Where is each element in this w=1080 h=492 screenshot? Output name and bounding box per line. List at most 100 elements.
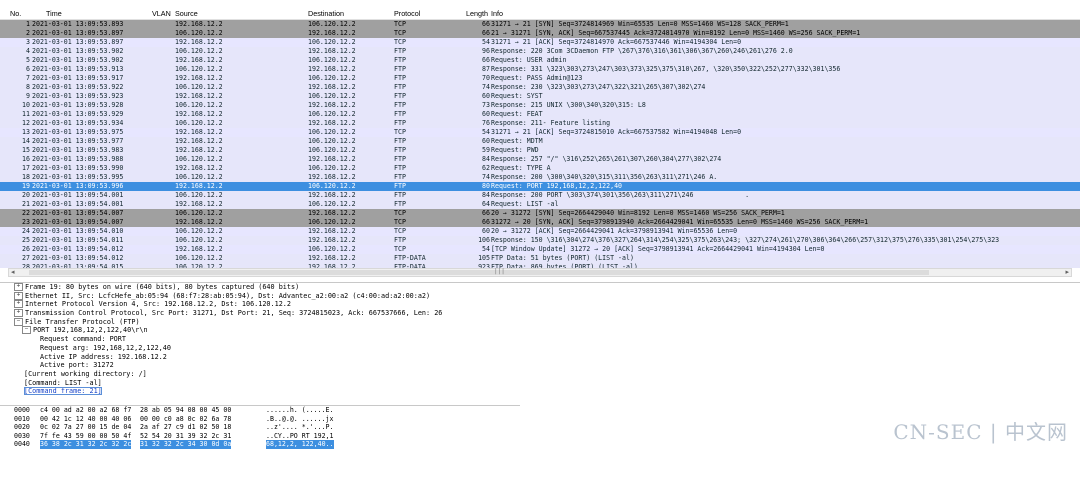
detail-ftp-command[interactable]: [Command: LIST -al] bbox=[0, 379, 1080, 388]
packet-source: 192.168.12.2 bbox=[175, 20, 223, 28]
packet-row[interactable]: 20 2021-03-01 13:09:54.001 106.120.12.2 192… bbox=[0, 191, 1080, 200]
packet-destination: 106.120.12.2 bbox=[308, 164, 356, 172]
packet-no: 23 bbox=[22, 218, 30, 226]
detail-ftp[interactable]: − File Transfer Protocol (FTP) bbox=[0, 317, 1080, 327]
packet-time: 2021-03-01 13:09:54.001 bbox=[32, 200, 124, 208]
detail-ftp-field[interactable]: Active IP address: 192.168.12.2 bbox=[0, 353, 1080, 362]
packet-row[interactable]: 21 2021-03-01 13:09:54.001 192.168.12.2 106… bbox=[0, 200, 1080, 209]
column-header-destination[interactable]: Destination bbox=[308, 9, 344, 18]
packet-row[interactable]: 27 2021-03-01 13:09:54.012 106.120.12.2 192… bbox=[0, 254, 1080, 263]
packet-row[interactable]: 6 2021-03-01 13:09:53.913 106.120.12.2 192.… bbox=[0, 65, 1080, 74]
expand-icon[interactable]: + bbox=[14, 283, 23, 291]
hex-row[interactable]: 0040 36 38 2c 31 32 2c 32 2c 31 32 32 2c… bbox=[0, 440, 520, 449]
detail-ftp-cwd[interactable]: [Current working directory: /] bbox=[0, 370, 1080, 379]
packet-time: 2021-03-01 13:09:53.893 bbox=[32, 20, 124, 28]
collapse-icon[interactable]: − bbox=[22, 326, 31, 335]
packet-row[interactable]: 23 2021-03-01 13:09:54.007 192.168.12.2 106… bbox=[0, 218, 1080, 227]
hex-ascii: ..CY..PO RT 192,1 bbox=[266, 431, 334, 440]
detail-tcp[interactable]: + Transmission Control Protocol, Src Port… bbox=[0, 309, 1080, 318]
packet-protocol: FTP bbox=[394, 74, 406, 82]
hex-offset: 0010 bbox=[14, 414, 30, 423]
column-header-protocol[interactable]: Protocol bbox=[394, 9, 420, 18]
detail-ftp-command-frame[interactable]: [Command frame: 21] bbox=[0, 387, 1080, 396]
packet-info: Request: USER admin bbox=[491, 56, 567, 64]
packet-no: 9 bbox=[26, 92, 30, 100]
packet-row[interactable]: 17 2021-03-01 13:09:53.990 192.168.12.2 106… bbox=[0, 164, 1080, 173]
packet-row[interactable]: 14 2021-03-01 13:09:53.977 192.168.12.2 106… bbox=[0, 137, 1080, 146]
column-header-source[interactable]: Source bbox=[175, 9, 198, 18]
scrollbar-thumb[interactable] bbox=[29, 270, 929, 275]
packet-row[interactable]: 22 2021-03-01 13:09:54.007 106.120.12.2 192… bbox=[0, 209, 1080, 218]
packet-row[interactable]: 15 2021-03-01 13:09:53.983 192.168.12.2 106… bbox=[0, 146, 1080, 155]
packet-length: 66 bbox=[482, 29, 490, 37]
packet-row[interactable]: 13 2021-03-01 13:09:53.975 192.168.12.2 106… bbox=[0, 128, 1080, 137]
scroll-right-icon[interactable]: ▸ bbox=[1065, 268, 1069, 276]
packet-no: 21 bbox=[22, 200, 30, 208]
detail-ftp-port-line[interactable]: − PORT 192,168,12,2,122,40\r\n bbox=[0, 326, 1080, 335]
packet-row[interactable]: 1 2021-03-01 13:09:53.893 192.168.12.2 106.… bbox=[0, 20, 1080, 29]
packet-row-selected[interactable]: 19 2021-03-01 13:09:53.996 192.168.12.2 106… bbox=[0, 182, 1080, 191]
expand-icon[interactable]: + bbox=[14, 309, 23, 318]
horizontal-scrollbar[interactable]: ◂ ||| ▸ bbox=[8, 268, 1072, 277]
packet-protocol: TCP bbox=[394, 245, 406, 253]
detail-text: Transmission Control Protocol, Src Port:… bbox=[25, 309, 443, 318]
packet-info: Response: 257 "/" \316\252\265\261\307\2… bbox=[491, 155, 722, 163]
detail-ftp-field[interactable]: Request command: PORT bbox=[0, 335, 1080, 344]
packet-row[interactable]: 11 2021-03-01 13:09:53.929 192.168.12.2 106… bbox=[0, 110, 1080, 119]
packet-destination: 192.168.12.2 bbox=[308, 119, 356, 127]
scroll-left-icon[interactable]: ◂ bbox=[11, 268, 15, 276]
column-header-no[interactable]: No. bbox=[10, 9, 21, 18]
packet-row[interactable]: 2 2021-03-01 13:09:53.897 106.120.12.2 192.… bbox=[0, 29, 1080, 38]
packet-row[interactable]: 12 2021-03-01 13:09:53.934 106.120.12.2 192… bbox=[0, 119, 1080, 128]
packet-length: 80 bbox=[482, 182, 490, 190]
packet-length: 70 bbox=[482, 74, 490, 82]
detail-ethernet[interactable]: + Ethernet II, Src: LcfcHefe_ab:05:94 (68… bbox=[0, 291, 1080, 301]
packet-no: 7 bbox=[26, 74, 30, 82]
expand-icon[interactable]: + bbox=[14, 291, 23, 300]
packet-info: Request: PASS Admin@123 bbox=[491, 74, 583, 82]
packet-row[interactable]: 24 2021-03-01 13:09:54.010 106.120.12.2 192… bbox=[0, 227, 1080, 236]
packet-row[interactable]: 10 2021-03-01 13:09:53.928 106.120.12.2 192… bbox=[0, 101, 1080, 110]
packet-protocol: TCP bbox=[394, 128, 406, 136]
packet-destination: 106.120.12.2 bbox=[308, 128, 356, 136]
hex-row[interactable]: 0030 7f fe 43 59 00 00 50 4f 52 54 20 31… bbox=[0, 432, 520, 441]
hex-row[interactable]: 0010 00 42 1c 12 40 00 40 06 00 00 c0 a8… bbox=[0, 415, 520, 424]
packet-row[interactable]: 7 2021-03-01 13:09:53.917 192.168.12.2 106.… bbox=[0, 74, 1080, 83]
packet-row[interactable]: 4 2021-03-01 13:09:53.902 106.120.12.2 192.… bbox=[0, 47, 1080, 56]
column-header-info[interactable]: Info bbox=[491, 9, 503, 18]
detail-ipv4[interactable]: + Internet Protocol Version 4, Src: 192.1… bbox=[0, 300, 1080, 309]
packet-source: 192.168.12.2 bbox=[175, 164, 223, 172]
hex-offset: 0040 bbox=[14, 440, 30, 449]
detail-text: Ethernet II, Src: LcfcHefe_ab:05:94 (68:… bbox=[25, 291, 431, 300]
hex-row[interactable]: 0020 0c 02 7a 27 00 15 de 04 2a af 27 c9… bbox=[0, 423, 520, 432]
packet-info: Response: 230 \323\303\273\247\322\321\2… bbox=[491, 83, 706, 91]
hex-ascii: .B..@.@. ......jx bbox=[266, 414, 334, 423]
column-header-length[interactable]: Length bbox=[466, 9, 488, 18]
packet-row[interactable]: 26 2021-03-01 13:09:54.012 192.168.12.2 106… bbox=[0, 245, 1080, 254]
packet-protocol: FTP bbox=[394, 47, 406, 55]
collapse-icon[interactable]: − bbox=[14, 317, 23, 326]
packet-row[interactable]: 9 2021-03-01 13:09:53.923 192.168.12.2 106.… bbox=[0, 92, 1080, 101]
packet-source: 106.120.12.2 bbox=[175, 236, 223, 244]
packet-row[interactable]: 16 2021-03-01 13:09:53.988 106.120.12.2 192… bbox=[0, 155, 1080, 164]
packet-protocol: TCP bbox=[394, 209, 406, 217]
detail-ftp-field[interactable]: Request arg: 192,168,12,2,122,40 bbox=[0, 344, 1080, 353]
packet-source: 192.168.12.2 bbox=[175, 218, 223, 226]
detail-frame[interactable]: + Frame 19: 80 bytes on wire (640 bits), … bbox=[0, 283, 1080, 292]
packet-destination: 192.168.12.2 bbox=[308, 173, 356, 181]
command-frame-link[interactable]: [Command frame: 21] bbox=[24, 387, 102, 396]
packet-destination: 106.120.12.2 bbox=[308, 200, 356, 208]
column-header-vlan[interactable]: VLAN bbox=[152, 9, 171, 18]
packet-destination: 106.120.12.2 bbox=[308, 110, 356, 118]
packet-row[interactable]: 5 2021-03-01 13:09:53.902 192.168.12.2 106.… bbox=[0, 56, 1080, 65]
packet-row[interactable]: 18 2021-03-01 13:09:53.995 106.120.12.2 192… bbox=[0, 173, 1080, 182]
hex-row[interactable]: 0000 c4 00 ad a2 00 a2 68 f7 28 ab 05 94… bbox=[0, 406, 520, 415]
column-header-time[interactable]: Time bbox=[46, 9, 62, 18]
expand-icon[interactable]: + bbox=[14, 300, 23, 309]
packet-no: 11 bbox=[22, 110, 30, 118]
packet-row[interactable]: 8 2021-03-01 13:09:53.922 106.120.12.2 192.… bbox=[0, 83, 1080, 92]
packet-row[interactable]: 3 2021-03-01 13:09:53.897 192.168.12.2 106.… bbox=[0, 38, 1080, 47]
packet-protocol: TCP bbox=[394, 227, 406, 235]
detail-ftp-field[interactable]: Active port: 31272 bbox=[0, 361, 1080, 370]
packet-row[interactable]: 25 2021-03-01 13:09:54.011 106.120.12.2 192… bbox=[0, 236, 1080, 245]
